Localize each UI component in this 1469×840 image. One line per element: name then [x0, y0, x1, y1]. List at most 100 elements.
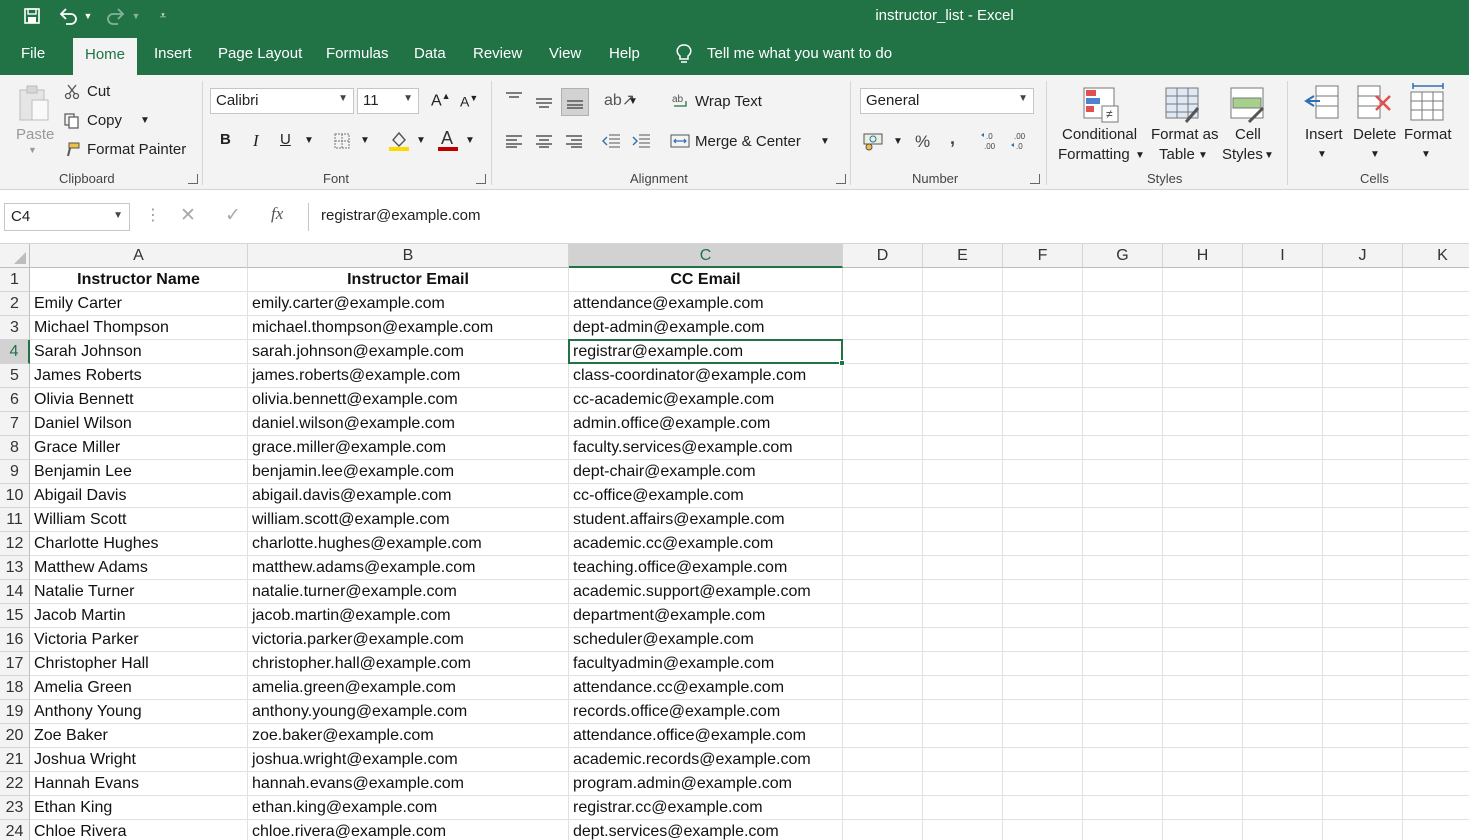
more-options-icon[interactable]: ⋮	[145, 205, 161, 225]
row-header-9[interactable]: 9	[0, 460, 30, 484]
cell-j12[interactable]	[1323, 532, 1403, 556]
row-header-6[interactable]: 6	[0, 388, 30, 412]
cell-f12[interactable]	[1003, 532, 1083, 556]
cell-b12[interactable]: charlotte.hughes@example.com	[248, 532, 569, 556]
cell-f10[interactable]	[1003, 484, 1083, 508]
row-header-20[interactable]: 20	[0, 724, 30, 748]
cell-c24[interactable]: dept.services@example.com	[569, 820, 843, 840]
cell-j4[interactable]	[1323, 340, 1403, 364]
cell-b18[interactable]: amelia.green@example.com	[248, 676, 569, 700]
font-size-select[interactable]: 11 ▼	[357, 88, 419, 114]
cell-c23[interactable]: registrar.cc@example.com	[569, 796, 843, 820]
cell-h16[interactable]	[1163, 628, 1243, 652]
cell-k2[interactable]	[1403, 292, 1469, 316]
cell-b23[interactable]: ethan.king@example.com	[248, 796, 569, 820]
row-header-11[interactable]: 11	[0, 508, 30, 532]
cell-e10[interactable]	[923, 484, 1003, 508]
cell-b22[interactable]: hannah.evans@example.com	[248, 772, 569, 796]
cell-e17[interactable]	[923, 652, 1003, 676]
cell-f22[interactable]	[1003, 772, 1083, 796]
cell-c18[interactable]: attendance.cc@example.com	[569, 676, 843, 700]
cell-k19[interactable]	[1403, 700, 1469, 724]
cell-c15[interactable]: department@example.com	[569, 604, 843, 628]
cell-i5[interactable]	[1243, 364, 1323, 388]
cell-i7[interactable]	[1243, 412, 1323, 436]
cell-b3[interactable]: michael.thompson@example.com	[248, 316, 569, 340]
number-format-select[interactable]: General ▼	[860, 88, 1034, 114]
cell-i6[interactable]	[1243, 388, 1323, 412]
cell-d12[interactable]	[843, 532, 923, 556]
cell-e3[interactable]	[923, 316, 1003, 340]
cell-f7[interactable]	[1003, 412, 1083, 436]
cell-a24[interactable]: Chloe Rivera	[30, 820, 248, 840]
row-header-8[interactable]: 8	[0, 436, 30, 460]
tab-formulas[interactable]: Formulas	[326, 45, 389, 62]
align-center-icon[interactable]	[534, 132, 554, 150]
cell-g20[interactable]	[1083, 724, 1163, 748]
name-box[interactable]: C4 ▼	[4, 203, 130, 231]
cell-a19[interactable]: Anthony Young	[30, 700, 248, 724]
fill-handle[interactable]	[839, 360, 845, 366]
cell-d17[interactable]	[843, 652, 923, 676]
row-header-1[interactable]: 1	[0, 268, 30, 292]
row-header-12[interactable]: 12	[0, 532, 30, 556]
cell-d5[interactable]	[843, 364, 923, 388]
cell-h8[interactable]	[1163, 436, 1243, 460]
cell-d6[interactable]	[843, 388, 923, 412]
column-header-i[interactable]: I	[1243, 244, 1323, 268]
cell-b6[interactable]: olivia.bennett@example.com	[248, 388, 569, 412]
number-launcher-icon[interactable]	[1030, 174, 1040, 184]
cell-c5[interactable]: class-coordinator@example.com	[569, 364, 843, 388]
underline-button[interactable]: U	[280, 131, 291, 148]
top-align-icon[interactable]	[504, 89, 524, 107]
cell-a21[interactable]: Joshua Wright	[30, 748, 248, 772]
cut-button[interactable]: Cut	[87, 83, 110, 100]
format-as-table-dropdown-icon[interactable]: ▼	[1198, 150, 1208, 161]
cell-g9[interactable]	[1083, 460, 1163, 484]
cell-g3[interactable]	[1083, 316, 1163, 340]
cell-e13[interactable]	[923, 556, 1003, 580]
cell-i23[interactable]	[1243, 796, 1323, 820]
cell-c22[interactable]: program.admin@example.com	[569, 772, 843, 796]
cell-b10[interactable]: abigail.davis@example.com	[248, 484, 569, 508]
cell-d20[interactable]	[843, 724, 923, 748]
underline-dropdown-icon[interactable]: ▼	[304, 135, 314, 146]
tell-me-search[interactable]: Tell me what you want to do	[707, 45, 892, 62]
borders-dropdown-icon[interactable]: ▼	[360, 135, 370, 146]
alignment-launcher-icon[interactable]	[836, 174, 846, 184]
cell-j15[interactable]	[1323, 604, 1403, 628]
cell-i10[interactable]	[1243, 484, 1323, 508]
row-header-23[interactable]: 23	[0, 796, 30, 820]
cell-b20[interactable]: zoe.baker@example.com	[248, 724, 569, 748]
cell-k10[interactable]	[1403, 484, 1469, 508]
copy-icon[interactable]	[63, 112, 81, 130]
accounting-format-icon[interactable]	[862, 130, 886, 152]
cell-styles-icon[interactable]	[1228, 85, 1268, 125]
cell-j13[interactable]	[1323, 556, 1403, 580]
cell-k14[interactable]	[1403, 580, 1469, 604]
cell-a3[interactable]: Michael Thompson	[30, 316, 248, 340]
cell-g4[interactable]	[1083, 340, 1163, 364]
font-launcher-icon[interactable]	[476, 174, 486, 184]
cell-d9[interactable]	[843, 460, 923, 484]
font-color-dropdown-icon[interactable]: ▼	[465, 135, 475, 146]
cell-i19[interactable]	[1243, 700, 1323, 724]
conditional-formatting-button[interactable]: Conditional	[1062, 126, 1137, 143]
cell-d22[interactable]	[843, 772, 923, 796]
cell-f14[interactable]	[1003, 580, 1083, 604]
fill-color-icon[interactable]	[389, 130, 409, 152]
cell-d11[interactable]	[843, 508, 923, 532]
cell-b11[interactable]: william.scott@example.com	[248, 508, 569, 532]
cell-a10[interactable]: Abigail Davis	[30, 484, 248, 508]
cell-k5[interactable]	[1403, 364, 1469, 388]
tab-home[interactable]: Home	[73, 38, 138, 75]
cell-f24[interactable]	[1003, 820, 1083, 840]
cell-j10[interactable]	[1323, 484, 1403, 508]
row-header-10[interactable]: 10	[0, 484, 30, 508]
row-header-2[interactable]: 2	[0, 292, 30, 316]
cell-g18[interactable]	[1083, 676, 1163, 700]
cell-b2[interactable]: emily.carter@example.com	[248, 292, 569, 316]
cell-k15[interactable]	[1403, 604, 1469, 628]
cell-j2[interactable]	[1323, 292, 1403, 316]
cell-c7[interactable]: admin.office@example.com	[569, 412, 843, 436]
